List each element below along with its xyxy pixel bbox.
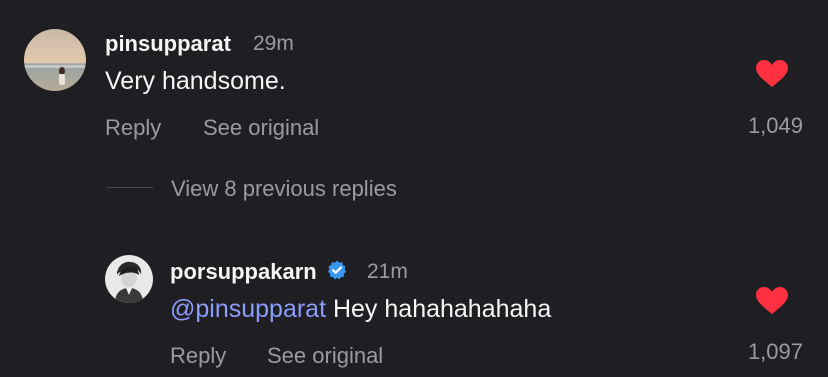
reply-see-original-button[interactable]: See original [267,343,383,369]
heart-icon [756,287,788,314]
portrait-icon [105,255,153,303]
reply-text-row: @pinsupparat Hey hahahahahaha [170,295,551,324]
reply-text: Hey hahahahahaha [326,295,552,323]
see-original-button[interactable]: See original [203,115,319,141]
beach-photo-icon [24,29,86,91]
reply-avatar[interactable] [105,255,153,303]
reply-username-row: porsuppakarn [170,259,347,286]
reply-reply-button[interactable]: Reply [170,343,226,369]
reply-button[interactable]: Reply [105,115,161,141]
like-count: 1,049 [747,113,803,138]
like-heart-icon[interactable] [756,60,788,93]
reply-username[interactable]: porsuppakarn [170,259,317,284]
heart-icon [756,60,788,87]
reply-like-count: 1,097 [747,339,803,364]
comment-timestamp: 29m [253,32,294,55]
comment-text: Very handsome. [105,67,286,95]
commenter-avatar[interactable] [24,29,86,91]
comments-thread: pinsupparat 29m Very handsome. Reply See… [0,0,828,377]
verified-badge-icon [327,260,347,286]
view-previous-replies-button[interactable]: View 8 previous replies [171,176,397,202]
verified-icon [327,260,346,280]
comment-username[interactable]: pinsupparat [105,31,231,57]
replies-divider [107,187,153,188]
reply-like-heart-icon[interactable] [756,287,788,320]
mention-link[interactable]: @pinsupparat [170,295,326,323]
reply-timestamp: 21m [367,260,408,283]
